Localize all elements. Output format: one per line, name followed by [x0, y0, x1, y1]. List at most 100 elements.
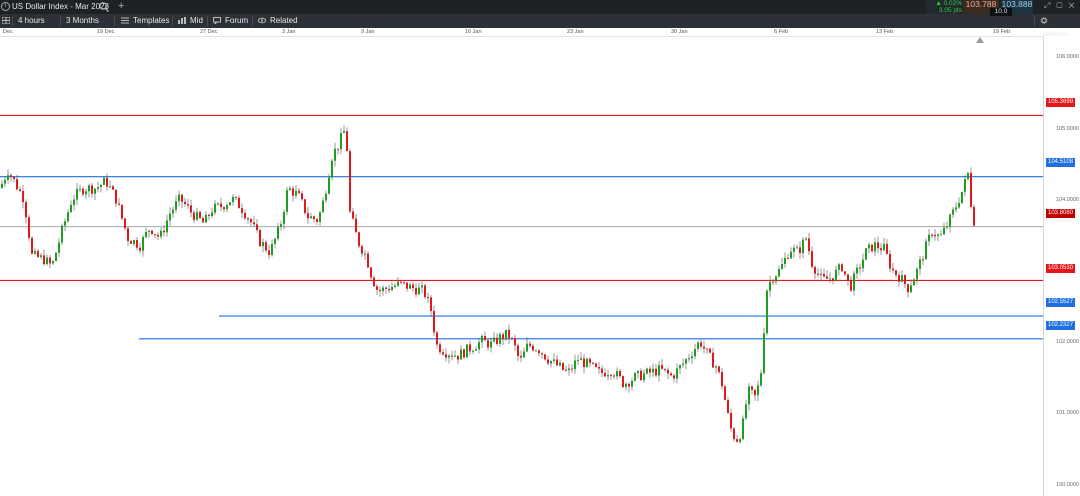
- level-tag-105-3699[interactable]: 105.3699: [1046, 98, 1076, 107]
- candle-body: [370, 267, 372, 278]
- candle-body: [19, 189, 21, 191]
- candle-body: [550, 360, 552, 364]
- candle-body: [436, 332, 438, 345]
- candle-body: [907, 284, 909, 293]
- candle-body: [427, 297, 429, 299]
- candle-body: [748, 386, 750, 405]
- candle-body: [160, 230, 162, 237]
- restore-icon[interactable]: ▢: [1056, 1, 1068, 10]
- candle-body: [130, 240, 132, 244]
- candle-body: [553, 359, 555, 361]
- candle-body: [118, 203, 120, 205]
- candle-body: [235, 196, 237, 198]
- price-chart[interactable]: [0, 36, 1043, 496]
- candle-body: [361, 246, 363, 254]
- candle-body: [835, 269, 837, 281]
- templates-button[interactable]: Templates: [121, 14, 169, 28]
- candle-body: [100, 184, 102, 188]
- candle-body: [61, 225, 63, 243]
- candle-body: [832, 278, 834, 281]
- window-controls: ⤢▢✕: [1044, 1, 1080, 11]
- candle-body: [274, 238, 276, 244]
- candle-body: [952, 209, 954, 215]
- candle-body: [178, 194, 180, 202]
- interval-dropdown[interactable]: 4 hours: [18, 14, 45, 28]
- candle-body: [646, 368, 648, 374]
- forum-button[interactable]: Forum: [213, 14, 248, 28]
- level-tag-102-5527[interactable]: 102.5527: [1046, 298, 1076, 307]
- x-tick-label: 16 Jan: [465, 29, 482, 35]
- level-tag-102-2327[interactable]: 102.2327: [1046, 321, 1076, 330]
- candle-body: [406, 282, 408, 289]
- add-tab-icon[interactable]: +: [118, 0, 124, 13]
- candle-body: [10, 175, 12, 177]
- candle-body: [634, 373, 636, 381]
- level-tag-104-5108[interactable]: 104.5108: [1046, 158, 1076, 167]
- candle-body: [544, 354, 546, 360]
- candle-body: [391, 287, 393, 291]
- candle-body: [106, 177, 108, 187]
- candle-body: [451, 355, 453, 357]
- x-tick-label: 9 Jan: [361, 29, 375, 35]
- candle-body: [913, 279, 915, 286]
- candle-body: [742, 418, 744, 440]
- close-icon[interactable]: ✕: [1069, 1, 1080, 10]
- search-icon[interactable]: [98, 1, 110, 13]
- candle-body: [901, 275, 903, 282]
- candle-body: [661, 365, 663, 369]
- candle-body: [958, 202, 960, 208]
- x-tick-label: 19 Feb: [993, 29, 1011, 35]
- candle-body: [754, 389, 756, 396]
- candle-body: [697, 342, 699, 349]
- candle-body: [67, 212, 69, 222]
- candle-body: [700, 342, 702, 347]
- candle-body: [763, 333, 765, 374]
- settings-button[interactable]: Settings: [1040, 14, 1080, 39]
- candle-body: [421, 285, 423, 288]
- chat-icon: [213, 17, 221, 24]
- candle-body: [736, 439, 738, 442]
- candle-body: [799, 247, 801, 254]
- bars-icon: [178, 17, 186, 24]
- candle-body: [151, 230, 153, 235]
- range-dropdown[interactable]: 3 Months: [66, 14, 99, 28]
- x-tick-label: 30 Jan: [671, 29, 688, 35]
- mid-price-button[interactable]: Mid: [178, 14, 203, 28]
- candle-body: [610, 375, 612, 377]
- templates-icon: [121, 17, 129, 24]
- candle-body: [166, 220, 168, 233]
- candle-body: [199, 211, 201, 219]
- candle-body: [778, 269, 780, 277]
- candle-body: [364, 253, 366, 255]
- level-tag-103-0530[interactable]: 103.0530: [1046, 264, 1076, 273]
- candle-body: [928, 234, 930, 242]
- candle-body: [316, 219, 318, 222]
- popout-icon[interactable]: ⤢: [1044, 1, 1056, 10]
- candle-body: [955, 207, 957, 210]
- candle-body: [559, 362, 561, 366]
- candle-body: [829, 278, 831, 280]
- candle-body: [892, 268, 894, 271]
- candle-body: [253, 222, 255, 225]
- candle-body: [502, 334, 504, 340]
- candle-body: [880, 248, 882, 251]
- candle-body: [418, 287, 420, 295]
- candle-body: [445, 354, 447, 358]
- candle-body: [685, 359, 687, 364]
- candle-body: [247, 218, 249, 220]
- candle-body: [169, 213, 171, 221]
- candle-body: [271, 243, 273, 255]
- candle-body: [871, 244, 873, 252]
- candle-body: [853, 273, 855, 291]
- candle-body: [688, 358, 690, 360]
- related-button[interactable]: Related: [258, 14, 298, 28]
- candle-body: [52, 261, 54, 264]
- window-title: US Dollar Index - Mar 2023: [12, 2, 109, 11]
- candle-body: [22, 190, 24, 203]
- info-icon[interactable]: i: [1, 2, 10, 11]
- candle-body: [256, 224, 258, 230]
- candle-body: [637, 370, 639, 374]
- candle-body: [238, 197, 240, 209]
- candle-body: [337, 148, 339, 150]
- candle-body: [79, 188, 81, 190]
